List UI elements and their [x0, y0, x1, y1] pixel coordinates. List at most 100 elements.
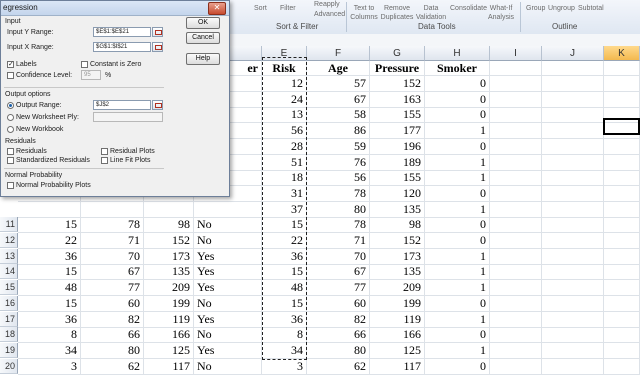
table-cell[interactable] [490, 186, 542, 202]
table-cell[interactable]: 163 [370, 92, 425, 108]
column-header-k[interactable]: K [604, 46, 640, 61]
table-cell[interactable] [490, 233, 542, 249]
table-cell[interactable] [604, 76, 640, 92]
row-header[interactable]: 16 [0, 296, 18, 311]
table-cell[interactable]: 80 [307, 343, 370, 359]
table-cell[interactable] [542, 186, 604, 202]
table-cell[interactable] [490, 217, 542, 233]
header-cell[interactable]: Pressure [370, 61, 425, 76]
table-cell[interactable]: 22 [18, 233, 81, 249]
table-cell[interactable]: 8 [262, 327, 307, 343]
help-button[interactable]: Help [186, 53, 220, 65]
input-x-range-field[interactable]: $G$1:$I$21 [93, 42, 151, 52]
table-cell[interactable]: 31 [262, 186, 307, 202]
row-header[interactable]: 15 [0, 280, 18, 295]
cancel-button[interactable]: Cancel [186, 32, 220, 44]
table-cell[interactable]: 209 [370, 280, 425, 296]
table-cell[interactable]: 1 [425, 264, 490, 280]
table-cell[interactable] [490, 343, 542, 359]
table-cell[interactable]: No [194, 217, 262, 233]
close-icon[interactable]: ✕ [208, 2, 226, 15]
residual-plots-checkbox[interactable] [101, 148, 108, 155]
table-cell[interactable] [542, 217, 604, 233]
table-cell[interactable]: 78 [81, 217, 144, 233]
table-cell[interactable]: 199 [144, 296, 194, 312]
table-cell[interactable] [542, 107, 604, 123]
ungroup-button[interactable]: Ungroup [548, 4, 575, 13]
table-cell[interactable]: 98 [370, 217, 425, 233]
confidence-checkbox[interactable] [7, 72, 14, 79]
table-cell[interactable]: 60 [81, 296, 144, 312]
table-cell[interactable]: 152 [144, 233, 194, 249]
ok-button[interactable]: OK [186, 17, 220, 29]
table-cell[interactable] [542, 264, 604, 280]
table-cell[interactable]: 48 [18, 280, 81, 296]
table-cell[interactable]: 209 [144, 280, 194, 296]
table-cell[interactable] [542, 249, 604, 265]
table-cell[interactable] [604, 155, 640, 171]
table-cell[interactable]: No [194, 327, 262, 343]
remove-duplicates-button[interactable]: Remove Duplicates [380, 4, 414, 22]
table-cell[interactable]: 62 [307, 359, 370, 375]
table-cell[interactable] [542, 139, 604, 155]
table-cell[interactable]: 82 [81, 312, 144, 328]
table-cell[interactable] [490, 123, 542, 139]
table-cell[interactable]: 117 [144, 359, 194, 375]
header-cell[interactable]: Risk [262, 61, 307, 76]
table-cell[interactable] [604, 359, 640, 375]
table-cell[interactable]: 77 [307, 280, 370, 296]
table-cell[interactable]: 135 [370, 264, 425, 280]
table-cell[interactable]: 18 [262, 170, 307, 186]
table-cell[interactable] [542, 327, 604, 343]
header-cell[interactable] [490, 61, 542, 76]
row-header[interactable]: 18 [0, 327, 18, 342]
table-cell[interactable]: 36 [18, 249, 81, 265]
reapply-button[interactable]: Reapply [314, 0, 340, 9]
table-cell[interactable]: 1 [425, 312, 490, 328]
table-cell[interactable] [81, 202, 144, 218]
table-cell[interactable] [490, 264, 542, 280]
row-header[interactable]: 11 [0, 217, 18, 232]
table-cell[interactable]: 77 [81, 280, 144, 296]
row-header[interactable]: 12 [0, 233, 18, 248]
table-cell[interactable] [542, 155, 604, 171]
table-cell[interactable]: 177 [370, 123, 425, 139]
column-header-d[interactable] [227, 46, 262, 61]
header-cell[interactable] [542, 61, 604, 76]
table-cell[interactable]: 15 [262, 264, 307, 280]
table-cell[interactable]: 36 [18, 312, 81, 328]
table-cell[interactable]: 67 [307, 264, 370, 280]
table-cell[interactable]: 0 [425, 107, 490, 123]
table-cell[interactable]: 3 [262, 359, 307, 375]
input-y-range-field[interactable]: $E$1:$E$21 [93, 27, 151, 37]
table-cell[interactable] [194, 202, 262, 218]
column-header-h[interactable]: H [425, 46, 490, 61]
data-validation-button[interactable]: Data Validation [414, 4, 448, 22]
table-cell[interactable] [604, 170, 640, 186]
table-cell[interactable] [604, 280, 640, 296]
table-cell[interactable]: 173 [370, 249, 425, 265]
standardized-residuals-checkbox[interactable] [7, 157, 14, 164]
what-if-analysis-button[interactable]: What-If Analysis [486, 4, 516, 22]
table-cell[interactable]: Yes [194, 280, 262, 296]
table-cell[interactable]: 125 [144, 343, 194, 359]
column-header-f[interactable]: F [307, 46, 370, 61]
table-cell[interactable]: 166 [144, 327, 194, 343]
table-cell[interactable]: 1 [425, 123, 490, 139]
table-cell[interactable]: 135 [144, 264, 194, 280]
constant-zero-checkbox[interactable] [81, 61, 88, 68]
header-cell[interactable] [604, 61, 640, 76]
table-cell[interactable]: 15 [262, 217, 307, 233]
filter-button[interactable]: Filter [280, 4, 296, 13]
table-cell[interactable]: 34 [18, 343, 81, 359]
table-cell[interactable]: 152 [370, 76, 425, 92]
table-cell[interactable] [604, 202, 640, 218]
table-cell[interactable]: 1 [425, 155, 490, 171]
text-to-columns-button[interactable]: Text to Columns [350, 4, 378, 22]
collapse-dialog-icon[interactable] [152, 27, 163, 37]
table-cell[interactable]: 60 [307, 296, 370, 312]
output-range-field[interactable]: $J$2 [93, 100, 151, 110]
collapse-dialog-icon[interactable] [152, 42, 163, 52]
table-cell[interactable] [604, 186, 640, 202]
table-cell[interactable] [490, 312, 542, 328]
